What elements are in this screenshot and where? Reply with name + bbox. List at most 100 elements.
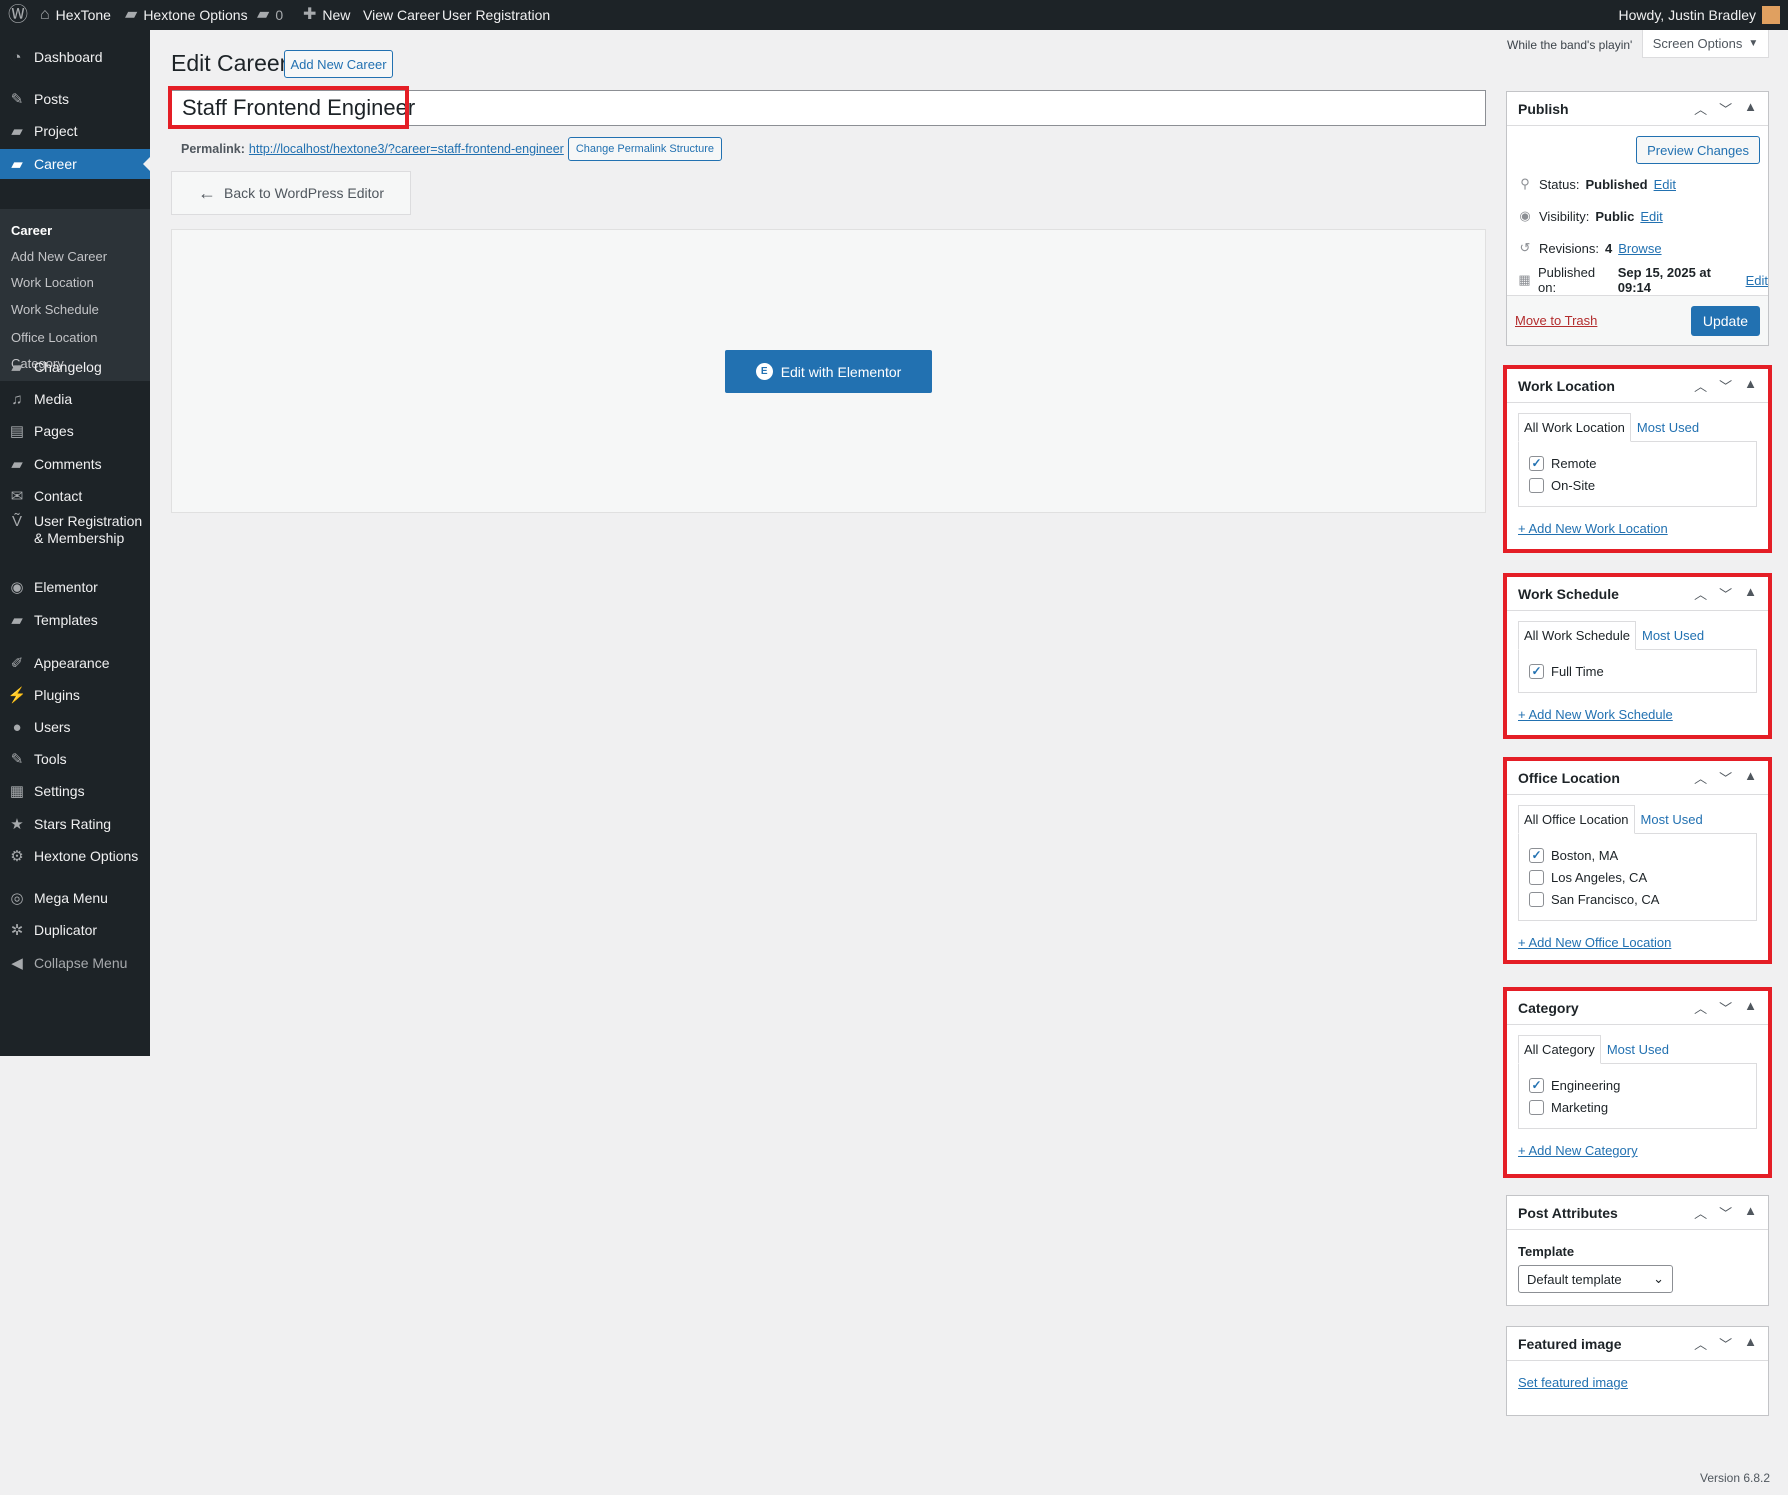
tab-all[interactable]: All Work Schedule (1518, 621, 1636, 650)
highlight-frame (168, 86, 409, 129)
toggle-panel-icon[interactable]: ▲ (1744, 1334, 1757, 1353)
permalink-link[interactable]: http://localhost/hextone3/?career=staff-… (249, 142, 564, 156)
sidebar-item-hextone-options[interactable]: ⚙ Hextone Options (0, 841, 150, 871)
sidebar-item-settings[interactable]: ▦ Settings (0, 776, 150, 806)
published-date: Sep 15, 2025 at 09:14 (1617, 265, 1711, 295)
move-down-icon[interactable]: ﹀ (1719, 1334, 1732, 1353)
submenu-item[interactable]: Office Location (11, 330, 97, 345)
sidebar-item-label: Appearance (34, 655, 110, 671)
published-label: Published on: (1537, 265, 1596, 295)
page-title: Edit Career (171, 50, 288, 76)
hextone-options-link[interactable]: ▰ Hextone Options (125, 0, 248, 30)
edit-visibility-link[interactable]: Edit (1640, 209, 1662, 224)
comments-link[interactable]: ▰ 0 (257, 0, 283, 30)
sidebar-item-label: Users (34, 719, 71, 735)
wordpress-logo-icon[interactable]: Ⓦ (8, 0, 28, 30)
elementor-icon: E (755, 363, 773, 380)
sidebar-item-label: Plugins (34, 687, 80, 703)
move-up-icon[interactable]: ︿ (1694, 1203, 1707, 1222)
user-registration-label: User Registration (442, 7, 551, 23)
move-down-icon[interactable]: ﹀ (1719, 1203, 1732, 1222)
edit-date-link[interactable]: Edit (1746, 273, 1768, 288)
template-value: Default template (1527, 1271, 1622, 1287)
sidebar-item-label: Contact (34, 488, 83, 504)
sidebar-item-project[interactable]: ▰ Project (0, 116, 150, 146)
highlight-frame (1503, 757, 1772, 964)
folder-icon: ▰ (11, 123, 23, 140)
sidebar-item-collapse-menu[interactable]: ◀ Collapse Menu (0, 948, 150, 978)
move-down-icon[interactable]: ﹀ (1719, 99, 1732, 118)
visibility-value: Public (1595, 208, 1635, 224)
tab-all[interactable]: All Work Location (1518, 413, 1631, 442)
publish-box: Publish ︿ ﹀ ▲ Preview Changes ⚲ Status: Publi… (1506, 91, 1769, 346)
move-up-icon[interactable]: ︿ (1694, 1334, 1707, 1353)
view-career-link[interactable]: View Career (363, 0, 440, 30)
sidebar-item-users[interactable]: ● Users (0, 712, 150, 742)
sidebar-item-user-registration-membership[interactable]: Ṽ User Registration & Membership (0, 513, 150, 553)
user-registration-icon: Ṽ (11, 513, 22, 530)
toggle-panel-icon[interactable]: ▲ (1744, 1203, 1757, 1222)
set-featured-image-link[interactable]: Set featured image (1518, 1375, 1757, 1390)
toggle-panel-icon[interactable]: ▲ (1744, 99, 1757, 118)
preview-changes-button[interactable]: Preview Changes (1636, 136, 1760, 164)
sidebar-item-label: Mega Menu (34, 890, 108, 906)
sidebar-item-appearance[interactable]: ✐ Appearance (0, 648, 150, 678)
sidebar-item-elementor[interactable]: ◉ Elementor (0, 572, 150, 602)
sidebar-item-dashboard[interactable]: ◔ Dashboard (0, 42, 150, 72)
sidebar-item-stars-rating[interactable]: ★ Stars Rating (0, 809, 150, 839)
sidebar-item-changelog[interactable]: ▰ Changelog (0, 352, 150, 382)
sidebar-item-contact[interactable]: ✉ Contact (0, 481, 150, 511)
back-to-wordpress-editor-button[interactable]: ← Back to WordPress Editor (171, 171, 411, 215)
submenu-item[interactable]: Career (11, 223, 52, 238)
comment-icon: ▰ (11, 456, 23, 473)
folder-open-icon: ▰ (11, 612, 23, 629)
site-name-link[interactable]: ⌂ HexTone (40, 0, 111, 30)
highlight-frame (1503, 987, 1772, 1178)
tab-all[interactable]: All Office Location (1518, 805, 1635, 834)
move-up-icon[interactable]: ︿ (1694, 99, 1707, 118)
tab-all[interactable]: All Category (1518, 1035, 1601, 1064)
move-to-trash-link[interactable]: Move to Trash (1515, 313, 1597, 328)
sidebar-item-career[interactable]: ▰ Career (0, 149, 150, 179)
featured-image-box: Featured image ︿ ﹀ ▲ Set featured image (1506, 1326, 1769, 1416)
template-select[interactable]: Default template ⌄ (1518, 1265, 1673, 1293)
submenu-item[interactable]: Work Location (11, 275, 94, 290)
hextone-options-label: Hextone Options (143, 7, 248, 23)
elementor-icon: ◉ (10, 579, 24, 596)
folder-icon: ▰ (11, 156, 23, 173)
revisions-label: Revisions: (1539, 240, 1599, 256)
edit-status-link[interactable]: Edit (1654, 177, 1676, 192)
sidebar-item-tools[interactable]: ✎ Tools (0, 744, 150, 774)
new-content-link[interactable]: ✚ New (303, 0, 350, 30)
submenu-item[interactable]: Work Schedule (11, 302, 99, 317)
sidebar-item-plugins[interactable]: ⚡ Plugins (0, 680, 150, 710)
sidebar-item-templates[interactable]: ▰ Templates (0, 605, 150, 635)
edit-with-elementor-button[interactable]: E Edit with Elementor (725, 350, 932, 393)
sidebar-item-label: Posts (34, 91, 70, 107)
user-registration-link[interactable]: User Registration (442, 0, 550, 30)
status-label: Status: (1539, 176, 1580, 192)
highlight-frame (1503, 365, 1772, 553)
sidebar-item-mega-menu[interactable]: ◎ Mega Menu (0, 883, 150, 913)
plus-icon: ✚ (303, 6, 317, 23)
sidebar-item-duplicator[interactable]: ✲ Duplicator (0, 915, 150, 945)
screen-options-button[interactable]: Screen Options ▼ (1642, 30, 1769, 58)
publish-title: Publish (1518, 100, 1569, 117)
view-career-label: View Career (363, 7, 440, 23)
add-new-career-button[interactable]: Add New Career (284, 50, 393, 78)
submenu-item[interactable]: Add New Career (11, 249, 107, 264)
sidebar-item-pages[interactable]: ▤ Pages (0, 416, 150, 446)
screen-options-label: Screen Options (1652, 36, 1743, 51)
sidebar-item-label: Career (34, 156, 77, 172)
browse-revisions-link[interactable]: Browse (1618, 241, 1661, 256)
dashboard-icon: ◔ (12, 48, 22, 66)
sidebar-item-posts[interactable]: ✎ Posts (0, 84, 150, 114)
change-permalink-button[interactable]: Change Permalink Structure (567, 137, 723, 161)
caret-down-icon: ▼ (1748, 38, 1759, 49)
sidebar-item-media[interactable]: ♫ Media (0, 384, 150, 414)
history-icon: ↺ (1519, 240, 1531, 255)
sidebar-item-comments[interactable]: ▰ Comments (0, 449, 150, 479)
post-attributes-box: Post Attributes ︿ ﹀ ▲ Template Default temp… (1506, 1195, 1769, 1306)
account-menu[interactable]: Howdy, Justin Bradley (1619, 0, 1780, 30)
update-button[interactable]: Update (1690, 305, 1760, 336)
